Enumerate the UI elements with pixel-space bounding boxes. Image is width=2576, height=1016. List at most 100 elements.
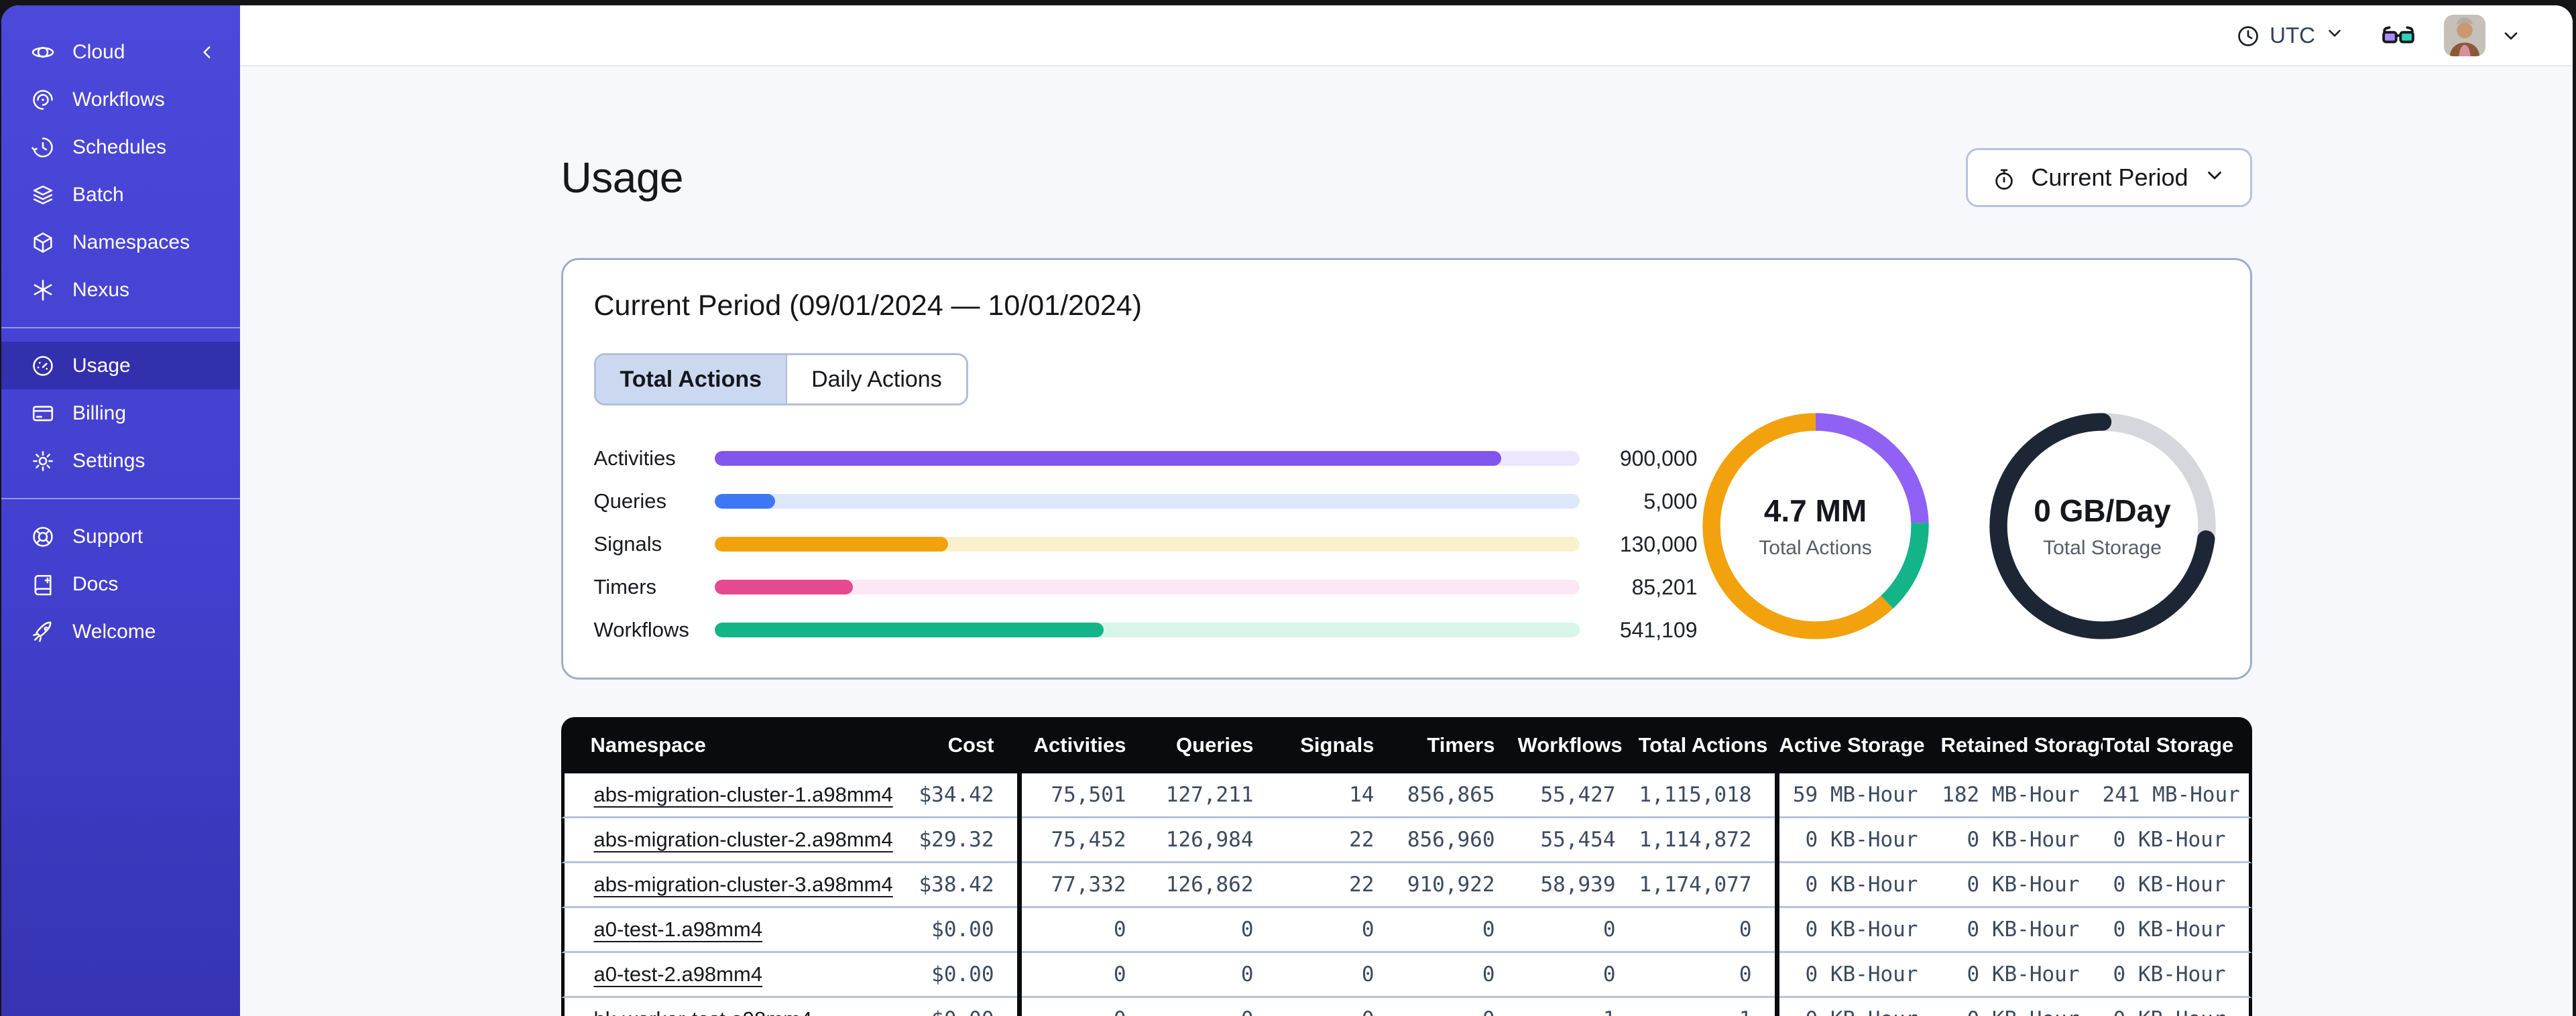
sidebar-item-usage[interactable]: Usage (1, 342, 240, 389)
stopwatch-icon (1992, 166, 2016, 190)
usage-icon (31, 354, 55, 378)
nexus-icon (31, 278, 55, 302)
column-group-separator (1016, 863, 1022, 908)
bar-value: 5,000 (1643, 489, 1698, 513)
bar-row-queries: Queries 5,000 (594, 487, 1698, 515)
table-cell: 0 (1276, 998, 1397, 1016)
column-group-separator (1774, 773, 1779, 818)
donut-total-storage: 0 GB/Day Total Storage (1985, 408, 2221, 644)
sidebar-item-nexus[interactable]: Nexus (1, 266, 240, 314)
table-cell: 241 MB-Hour (2102, 773, 2252, 818)
usage-summary-card: Current Period (09/01/2024 — 10/01/2024)… (561, 258, 2252, 680)
namespaces-icon (31, 231, 55, 255)
table-cell: $34.42 (896, 773, 1017, 818)
table-cell: 0 (1276, 953, 1397, 998)
column-header-signals: Signals (1276, 717, 1397, 773)
table-cell: 126,862 (1149, 863, 1277, 908)
timezone-label: UTC (2270, 22, 2315, 48)
table-cell: $0.00 (896, 953, 1017, 998)
sidebar-item-batch[interactable]: Batch (1, 171, 240, 218)
column-header-timers: Timers (1397, 717, 1518, 773)
actions-tab-group: Total Actions Daily Actions (593, 353, 968, 405)
bar-value: 130,000 (1619, 531, 1698, 556)
column-header-queries: Queries (1149, 717, 1277, 773)
column-header-retained-storage: Retained Storage (1940, 717, 2103, 773)
donut-value: 0 GB/Day (2034, 493, 2171, 528)
timezone-selector[interactable]: UTC (2236, 23, 2345, 48)
column-group-separator (1016, 818, 1022, 863)
table-row: abs-migration-cluster-3.a98mm4 $38.42 77,3… (561, 863, 2252, 908)
bar-label: Signals (593, 532, 662, 556)
table-cell: 14 (1276, 773, 1397, 818)
table-cell: 77,332 (1021, 863, 1149, 908)
bar-fill (714, 494, 775, 509)
table-cell: 127,211 (1149, 773, 1277, 818)
table-cell: 0 KB-Hour (1779, 863, 1941, 908)
tab-daily-actions[interactable]: Daily Actions (786, 355, 966, 403)
table-cell: 0 KB-Hour (2102, 908, 2252, 953)
sidebar-collapse-chevron-icon[interactable] (197, 28, 217, 76)
namespace-usage-table: Namespace Cost Activities Queries Signals Tim… (561, 717, 2252, 1016)
chevron-down-icon (2203, 164, 2226, 192)
sidebar-item-namespaces[interactable]: Namespaces (1, 218, 240, 266)
table-cell: 0 KB-Hour (2102, 818, 2252, 863)
table-cell: 0 (1276, 908, 1397, 953)
sidebar-divider (1, 327, 240, 328)
sidebar-item-welcome[interactable]: Welcome (1, 608, 240, 655)
column-header-total-storage: Total Storage (2102, 717, 2252, 773)
main-area: UTC Usage Current Period Current Period … (240, 5, 2573, 1016)
column-group-separator (1774, 953, 1779, 998)
bar-track (714, 494, 1580, 509)
namespace-link[interactable]: bk-worker-test.a98mm4 (594, 1007, 813, 1016)
sidebar-item-label: Docs (72, 572, 119, 595)
sidebar-item-cloud[interactable]: Cloud (1, 28, 240, 76)
column-group-separator (1774, 717, 1779, 773)
table-cell: $0.00 (896, 908, 1017, 953)
table-cell: 856,865 (1397, 773, 1518, 818)
column-group-separator (1016, 998, 1022, 1016)
table-cell: 0 (1149, 953, 1277, 998)
sidebar-item-settings[interactable]: Settings (1, 437, 240, 485)
column-group-separator (1774, 998, 1779, 1016)
donut-total-actions: 4.7 MM Total Actions (1698, 408, 1934, 644)
table-cell: 0 KB-Hour (1940, 953, 2103, 998)
sidebar-item-label: Billing (72, 401, 127, 424)
workflows-icon (31, 88, 55, 112)
namespace-link[interactable]: abs-migration-cluster-2.a98mm4 (594, 828, 893, 851)
bar-fill (714, 451, 1502, 466)
sidebar-item-label: Batch (72, 183, 124, 206)
sidebar-item-billing[interactable]: Billing (1, 389, 240, 437)
bar-value: 541,109 (1619, 617, 1698, 642)
table-cell: 1,174,077 (1638, 863, 1775, 908)
glasses-icon[interactable] (2381, 18, 2416, 53)
table-cell: 0 KB-Hour (1779, 908, 1941, 953)
namespace-link[interactable]: abs-migration-cluster-3.a98mm4 (594, 873, 893, 896)
tab-total-actions[interactable]: Total Actions (595, 355, 786, 403)
table-cell: 0 (1149, 908, 1277, 953)
namespace-link[interactable]: a0-test-1.a98mm4 (594, 917, 763, 941)
billing-icon (31, 401, 55, 426)
donut-value: 4.7 MM (1763, 493, 1867, 528)
table-cell: 1,115,018 (1638, 773, 1775, 818)
donut-subtitle: Total Storage (2043, 537, 2162, 559)
sidebar-item-label: Workflows (72, 88, 165, 111)
namespace-link[interactable]: abs-migration-cluster-1.a98mm4 (594, 783, 893, 806)
sidebar-item-docs[interactable]: Docs (1, 560, 240, 608)
user-avatar[interactable] (2444, 14, 2485, 56)
table-cell: 0 KB-Hour (2102, 998, 2252, 1016)
bar-fill (714, 623, 1104, 637)
table-row: abs-migration-cluster-2.a98mm4 $29.32 75,4… (561, 818, 2252, 863)
namespace-link[interactable]: a0-test-2.a98mm4 (594, 962, 763, 986)
bar-label: Workflows (593, 618, 689, 641)
table-cell: 59 MB-Hour (1779, 773, 1941, 818)
sidebar-item-support[interactable]: Support (1, 513, 240, 560)
sidebar-item-schedules[interactable]: Schedules (1, 123, 240, 171)
content-scroll-area[interactable]: Usage Current Period Current Period (09/… (240, 66, 2573, 1016)
sidebar-item-label: Usage (72, 354, 131, 377)
sidebar-item-workflows[interactable]: Workflows (1, 76, 240, 123)
period-selector-button[interactable]: Current Period (1966, 148, 2252, 207)
table-cell: 0 KB-Hour (1779, 998, 1941, 1016)
column-header-namespace: Namespace (561, 717, 896, 773)
table-row: a0-test-1.a98mm4 $0.00 0 0 0 0 0 0 0 KB-Hour 0 KB… (561, 908, 2252, 953)
account-menu-chevron-icon[interactable] (2500, 25, 2522, 46)
